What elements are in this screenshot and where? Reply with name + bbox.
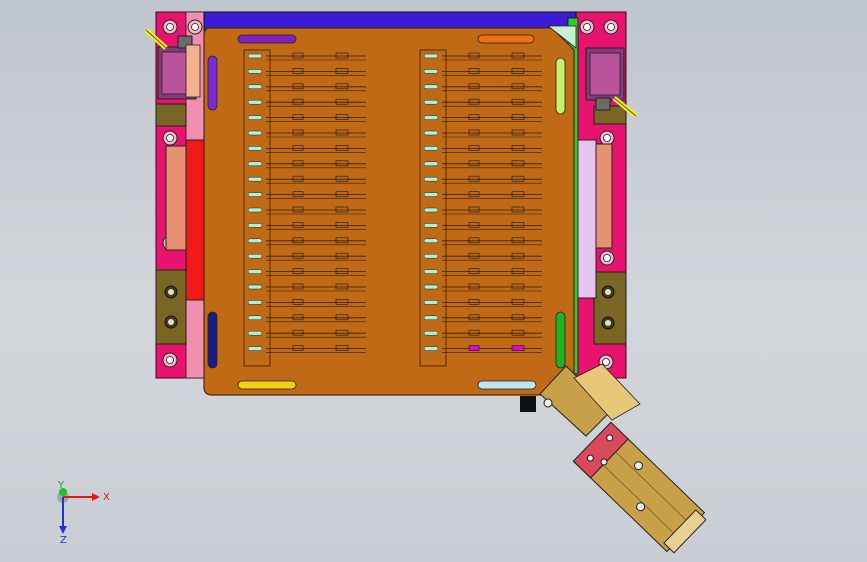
top-blue-locator-bar[interactable] xyxy=(203,11,577,31)
left-frame-rail[interactable] xyxy=(144,11,205,379)
slot-purple xyxy=(237,34,297,44)
pneumatic-cylinder-assembly[interactable] xyxy=(520,363,709,556)
right-frame-rail[interactable] xyxy=(573,11,638,379)
fixture-assembly-drawing[interactable]: X Y Z xyxy=(0,0,867,562)
slot-right-upper xyxy=(555,57,566,115)
left-red-guide xyxy=(185,139,205,301)
left-salmon-pad[interactable] xyxy=(165,145,187,251)
cad-graphics-viewport[interactable]: X Y Z xyxy=(0,0,867,562)
slot-left-lower xyxy=(207,311,218,369)
triad-x-label: X xyxy=(103,492,110,503)
coordinate-triad-icon: X Y Z xyxy=(57,480,110,546)
slot-right-lower xyxy=(555,311,566,369)
slot-left-upper xyxy=(207,55,218,111)
triad-z-label: Z xyxy=(60,535,67,546)
slot-yellow xyxy=(237,380,297,390)
triad-y-label: Y xyxy=(57,480,65,491)
slot-orange xyxy=(477,34,535,44)
slot-lightblue xyxy=(477,380,537,390)
